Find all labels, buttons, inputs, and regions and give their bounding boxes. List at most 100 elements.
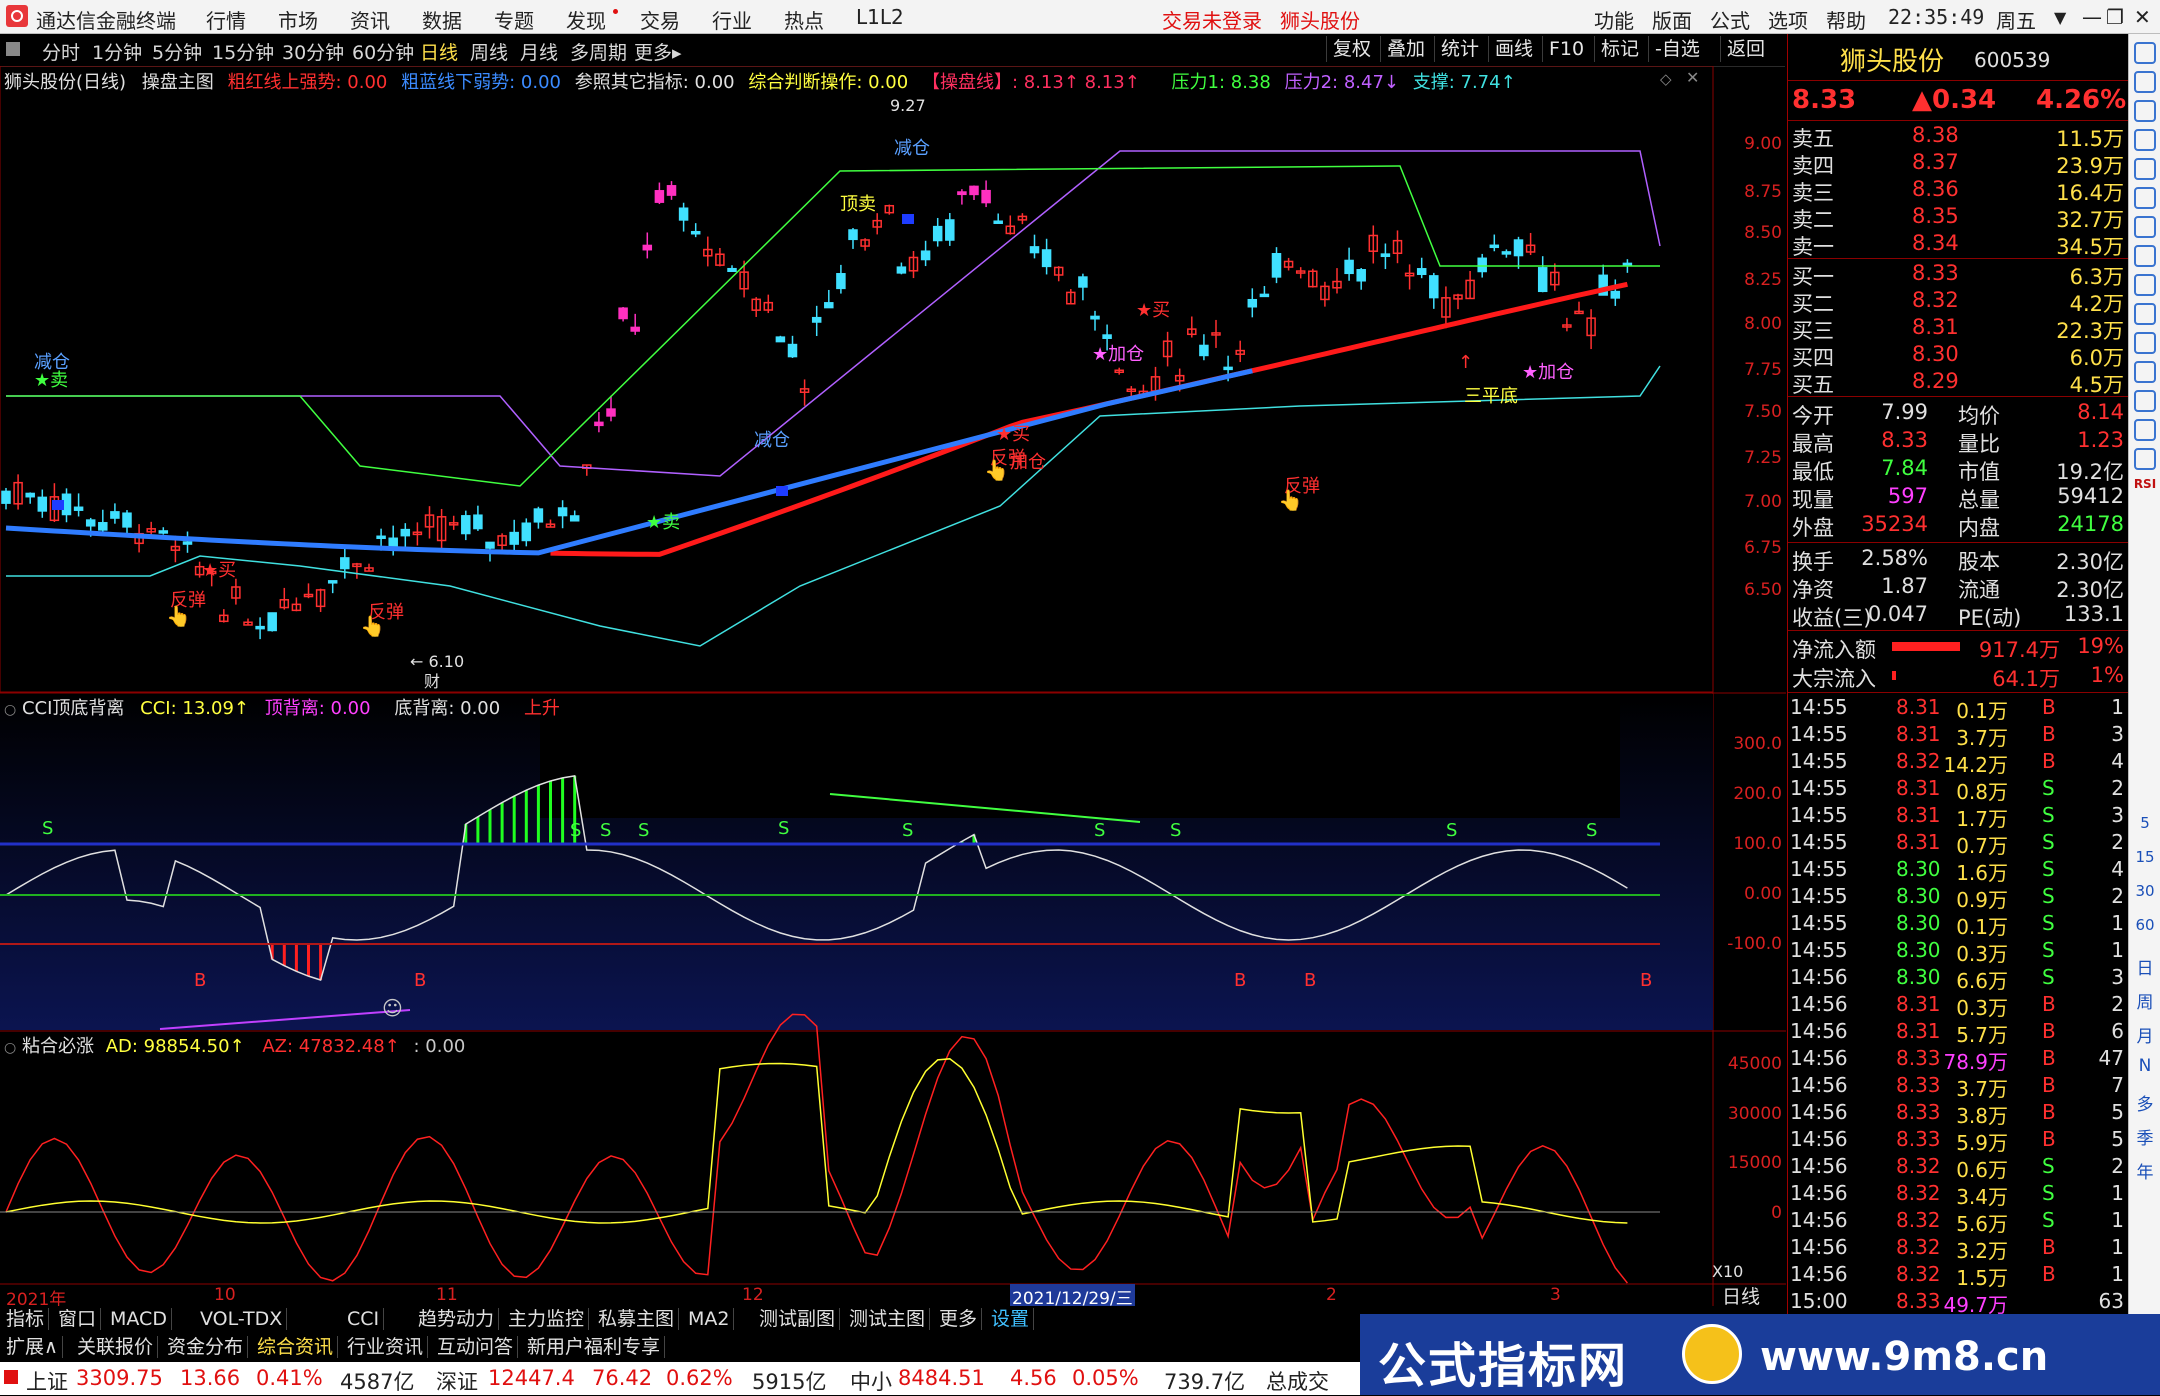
period-tab-timeshare[interactable]: 分时 <box>42 38 80 65</box>
period-60-button[interactable]: 60 <box>2129 916 2160 934</box>
indicator-tab-7[interactable]: 私募主图 <box>594 1308 680 1330</box>
period-button-5[interactable]: 季 <box>2129 1124 2160 1149</box>
main-indicator-name[interactable]: 操盘主图 <box>142 72 214 93</box>
info-tab-6[interactable]: 新用户福利专享 <box>523 1336 666 1358</box>
dropdown-icon[interactable]: ▼ <box>2054 8 2066 27</box>
statistics-button[interactable]: 统计 <box>1434 36 1485 62</box>
period-button-3[interactable]: N <box>2129 1056 2160 1076</box>
cci-pane-title[interactable]: CCI顶底背离 <box>22 698 124 719</box>
tick-row[interactable]: 14:56 8.32 1.5万 B 1 <box>1788 1261 2128 1290</box>
candle-icon[interactable] <box>2134 158 2156 180</box>
indicator-tab-12[interactable]: 设置 <box>987 1308 1035 1330</box>
back-button[interactable]: 返回 <box>1720 36 1771 62</box>
pane-collapse-icon[interactable]: ◇ <box>1660 70 1672 88</box>
zoom-icon[interactable] <box>2134 216 2156 238</box>
menu-item-news[interactable]: 资讯 <box>350 5 390 34</box>
info-tab-0[interactable]: 扩展∧ <box>2 1336 63 1358</box>
pane-close-icon[interactable]: ✕ <box>1686 68 1699 87</box>
list-icon[interactable] <box>2134 71 2156 93</box>
chart-area[interactable] <box>0 66 1786 1306</box>
menu-item-help[interactable]: 帮助 <box>1826 5 1866 34</box>
sh-index-label[interactable]: 上证 <box>26 1366 68 1396</box>
overlay-button[interactable]: 叠加 <box>1380 36 1431 62</box>
tick-row[interactable]: 14:55 8.31 0.1万 B 1 <box>1788 694 2128 723</box>
sz-index-label[interactable]: 深证 <box>436 1366 478 1396</box>
tick-row[interactable]: 14:56 8.32 5.6万 S 1 <box>1788 1207 2128 1236</box>
period-tab-30min[interactable]: 30分钟 <box>282 38 344 65</box>
menu-item-trade[interactable]: 交易 <box>640 5 680 34</box>
indicator-tab-11[interactable]: 更多 <box>935 1308 983 1330</box>
indicator-tab-8[interactable]: MA2 <box>684 1308 735 1330</box>
period-15-button[interactable]: 15 <box>2129 848 2160 866</box>
indicator-tab-6[interactable]: 主力监控 <box>504 1308 590 1330</box>
add-watchlist-button[interactable]: -自选 <box>1648 36 1706 62</box>
tick-row[interactable]: 14:55 8.31 0.8万 S 2 <box>1788 775 2128 804</box>
move-icon[interactable] <box>2134 332 2156 354</box>
menu-item-options[interactable]: 选项 <box>1768 5 1808 34</box>
tick-row[interactable]: 14:55 8.32 14.2万 B 4 <box>1788 748 2128 777</box>
ad-pane-title[interactable]: 粘合必涨 <box>22 1036 94 1057</box>
period-tab-60min[interactable]: 60分钟 <box>352 38 414 65</box>
menu-item-market[interactable]: 市场 <box>278 5 318 34</box>
back-icon[interactable] <box>2134 42 2156 64</box>
menu-item-hot[interactable]: 热点 <box>784 5 824 34</box>
toolbar-menu-icon[interactable] <box>6 42 20 56</box>
tick-row[interactable]: 14:56 8.32 0.6万 S 2 <box>1788 1153 2128 1182</box>
tick-row[interactable]: 14:56 8.31 0.3万 B 2 <box>1788 991 2128 1020</box>
f10-icon[interactable] <box>2134 187 2156 209</box>
period-button-1[interactable]: 周 <box>2129 988 2160 1013</box>
num-icon[interactable] <box>2134 448 2156 470</box>
adjust-button[interactable]: 复权 <box>1326 36 1377 62</box>
indicator-tab-3[interactable]: VOL-TDX <box>196 1308 288 1330</box>
tick-row[interactable]: 14:55 8.30 0.3万 S 1 <box>1788 937 2128 966</box>
info-tab-5[interactable]: 互动问答 <box>433 1336 519 1358</box>
tick-row[interactable]: 14:56 8.33 5.9万 B 5 <box>1788 1126 2128 1155</box>
tick-row[interactable]: 14:55 8.30 1.6万 S 4 <box>1788 856 2128 885</box>
indicator-tab-0[interactable]: 指标 <box>2 1308 50 1330</box>
period-button-6[interactable]: 年 <box>2129 1158 2160 1183</box>
period-30-button[interactable]: 30 <box>2129 882 2160 900</box>
pen-icon[interactable] <box>2134 361 2156 383</box>
close-icon[interactable]: ✕ <box>2134 5 2151 29</box>
period-tab-multi[interactable]: 多周期 <box>570 38 627 65</box>
grid-icon[interactable] <box>2134 100 2156 122</box>
indicator-tab-5[interactable]: 趋势动力 <box>414 1308 500 1330</box>
tick-row[interactable]: 14:56 8.32 3.2万 B 1 <box>1788 1234 2128 1263</box>
tick-row[interactable]: 14:55 8.30 0.9万 S 2 <box>1788 883 2128 912</box>
indicator-tab-10[interactable]: 测试主图 <box>845 1308 931 1330</box>
tick-row[interactable]: 14:55 8.30 0.1万 S 1 <box>1788 910 2128 939</box>
text-icon[interactable] <box>2134 390 2156 412</box>
period-tab-more[interactable]: 更多▸ <box>634 38 682 65</box>
menu-item-discover[interactable]: 发现 <box>566 5 606 34</box>
indicator-tab-2[interactable]: MACD <box>106 1308 172 1330</box>
period-tab-5min[interactable]: 5分钟 <box>152 38 202 65</box>
tick-row[interactable]: 15:00 8.33 49.7万 63 <box>1788 1288 2128 1314</box>
tag-icon[interactable] <box>2134 419 2156 441</box>
period-tab-1min[interactable]: 1分钟 <box>92 38 142 65</box>
tick-row[interactable]: 14:56 8.30 6.6万 S 3 <box>1788 964 2128 993</box>
menu-item-l1l2[interactable]: L1L2 <box>856 5 904 29</box>
indicator-tab-9[interactable]: 测试副图 <box>755 1308 841 1330</box>
menu-item-layout[interactable]: 版面 <box>1652 5 1692 34</box>
minimize-icon[interactable]: — <box>2082 5 2102 29</box>
period-button-0[interactable]: 日 <box>2129 954 2160 979</box>
menu-item-function[interactable]: 功能 <box>1594 5 1634 34</box>
rsi-button[interactable]: RSI <box>2129 477 2160 491</box>
indicator-tab-4[interactable]: CCI <box>343 1308 385 1330</box>
sme-index-label[interactable]: 中小 <box>850 1366 892 1396</box>
trade-login-status[interactable]: 交易未登录 <box>1162 5 1262 34</box>
restore-icon[interactable]: ❐ <box>2106 5 2124 29</box>
info-tab-2[interactable]: 资金分布 <box>163 1336 249 1358</box>
menu-item-data[interactable]: 数据 <box>422 5 462 34</box>
period-tab-daily[interactable]: 日线 <box>420 38 458 65</box>
menu-item-quotes[interactable]: 行情 <box>206 5 246 34</box>
period-button-2[interactable]: 月 <box>2129 1022 2160 1047</box>
draw-line-button[interactable]: 画线 <box>1488 36 1539 62</box>
period-button-4[interactable]: 多 <box>2129 1090 2160 1115</box>
tick-row[interactable]: 14:55 8.31 3.7万 B 3 <box>1788 721 2128 750</box>
period-tab-monthly[interactable]: 月线 <box>520 38 558 65</box>
tick-row[interactable]: 14:56 8.33 3.8万 B 5 <box>1788 1099 2128 1128</box>
info-tab-3[interactable]: 综合资讯 <box>253 1336 339 1358</box>
indicator-tab-1[interactable]: 窗口 <box>54 1308 102 1330</box>
tick-row[interactable]: 14:56 8.33 3.7万 B 7 <box>1788 1072 2128 1101</box>
